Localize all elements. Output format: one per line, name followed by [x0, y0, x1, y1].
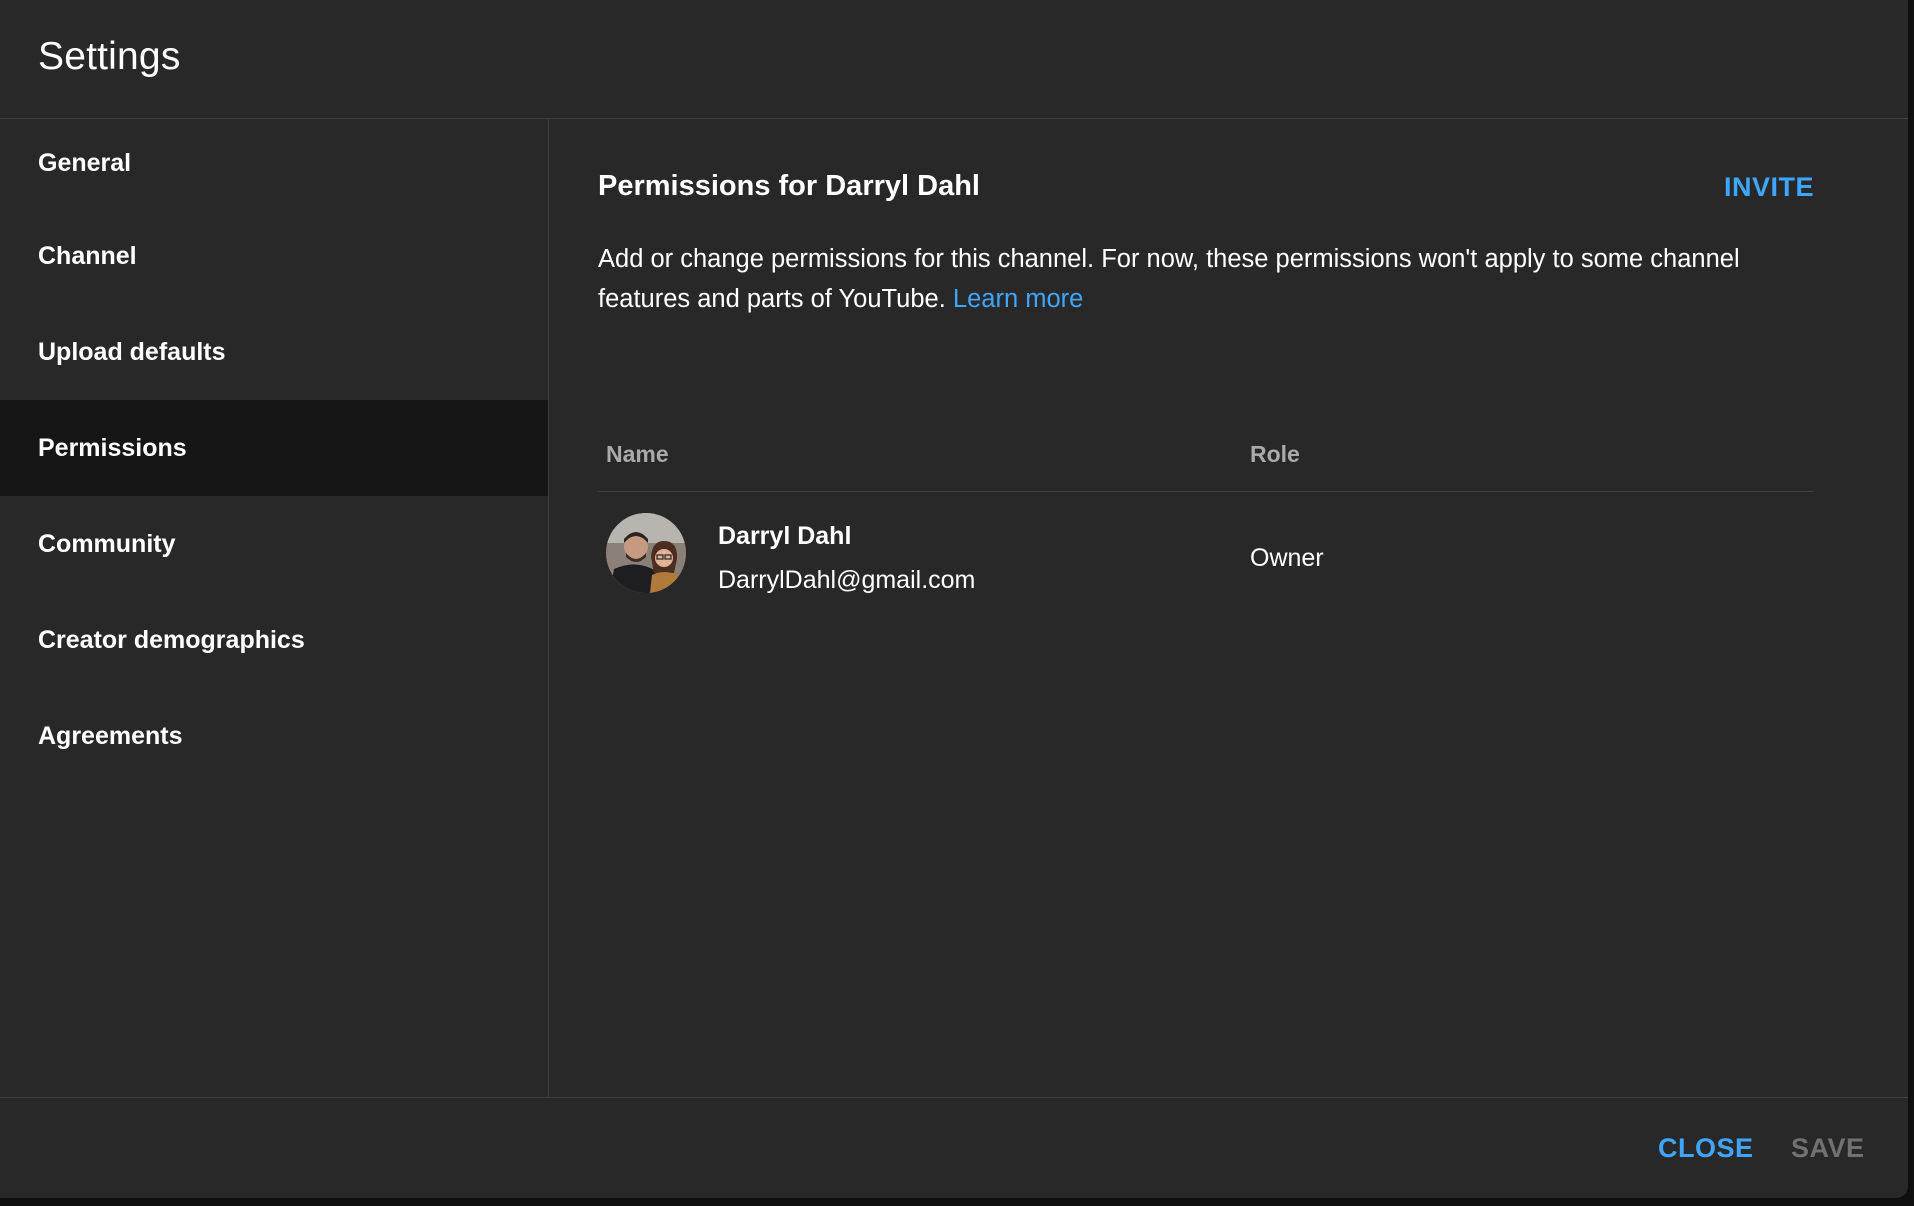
column-header-name: Name — [606, 441, 669, 467]
table-row: Darryl Dahl DarrylDahl@gmail.com Owner — [598, 492, 1814, 622]
dialog-title: Settings — [38, 35, 181, 78]
permissions-description: Add or change permissions for this chann… — [598, 239, 1828, 319]
sidebar-item-agreements[interactable]: Agreements — [0, 688, 548, 784]
permissions-title: Permissions for Darryl Dahl — [598, 170, 980, 202]
sidebar-item-general[interactable]: General — [0, 119, 548, 208]
column-header-role: Role — [1250, 441, 1300, 467]
permissions-table: Name Role Darryl Dahl DarrylDahl@gmail.c… — [598, 399, 1814, 622]
sidebar-item-channel[interactable]: Channel — [0, 208, 548, 304]
settings-sidebar: General Channel Upload defaults Permissi… — [0, 119, 549, 1097]
avatar-photo-icon — [606, 513, 686, 593]
close-button[interactable]: CLOSE — [1658, 1133, 1754, 1164]
save-button[interactable]: SAVE — [1791, 1133, 1865, 1164]
user-role[interactable]: Owner — [1250, 544, 1324, 573]
dialog-footer: CLOSE SAVE — [0, 1097, 1908, 1198]
settings-dialog: Settings General Channel Upload defaults… — [0, 0, 1908, 1198]
user-email: DarrylDahl@gmail.com — [718, 566, 976, 594]
sidebar-item-permissions[interactable]: Permissions — [0, 400, 548, 496]
permissions-panel: Permissions for Darryl Dahl INVITE Add o… — [550, 119, 1908, 1097]
invite-button[interactable]: INVITE — [1724, 172, 1814, 203]
description-text: Add or change permissions for this chann… — [598, 245, 1740, 313]
user-name: Darryl Dahl — [718, 522, 852, 550]
avatar — [606, 513, 686, 593]
sidebar-item-creator-demographics[interactable]: Creator demographics — [0, 592, 548, 688]
table-header: Name Role — [598, 399, 1814, 492]
dialog-header: Settings — [0, 0, 1908, 119]
learn-more-link[interactable]: Learn more — [953, 285, 1083, 313]
sidebar-item-upload-defaults[interactable]: Upload defaults — [0, 304, 548, 400]
sidebar-item-community[interactable]: Community — [0, 496, 548, 592]
